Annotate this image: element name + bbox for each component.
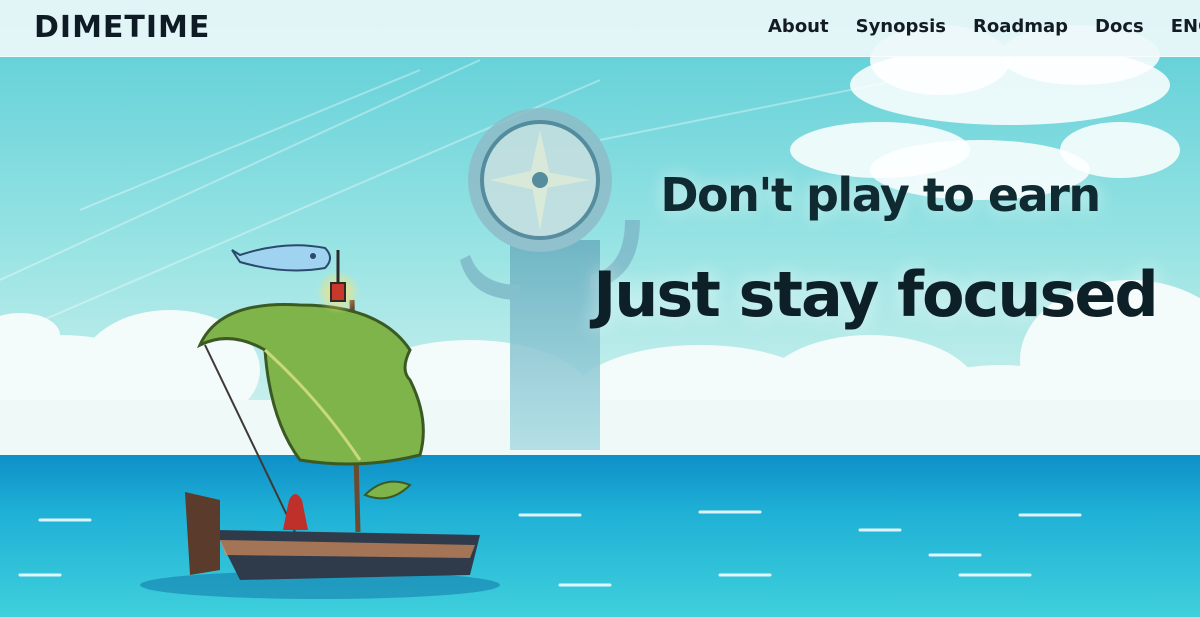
- hero-subheadline: Just stay focused: [593, 258, 1159, 331]
- top-navbar: DIMETIME About Synopsis Roadmap Docs ENG…: [0, 0, 1200, 57]
- brand-logo[interactable]: DIMETIME: [34, 10, 210, 45]
- nav-item-about[interactable]: About: [768, 16, 829, 37]
- hero-headline: Don't play to earn: [660, 168, 1101, 222]
- language-selector[interactable]: ENG ▾: [1171, 16, 1200, 37]
- nav-links: About Synopsis Roadmap Docs ENG ▾: [768, 16, 1200, 37]
- language-label: ENG: [1170, 16, 1200, 37]
- nav-item-roadmap[interactable]: Roadmap: [973, 16, 1068, 37]
- nav-item-docs[interactable]: Docs: [1095, 16, 1144, 37]
- nav-item-synopsis[interactable]: Synopsis: [856, 16, 946, 37]
